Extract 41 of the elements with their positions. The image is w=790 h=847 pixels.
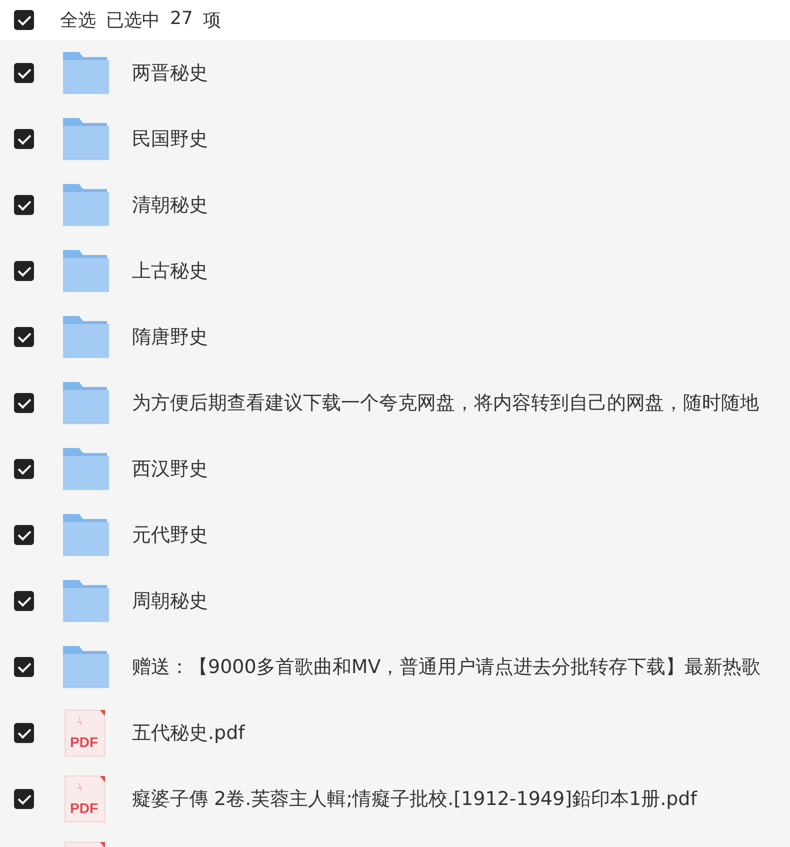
file-name[interactable]: 癡婆子傳 2卷.芙蓉主人輯;情癡子批校.[1912-1949]鉛印本1册.pdf — [132, 786, 697, 812]
selected-label: 已选中 — [106, 9, 160, 32]
file-name[interactable]: 两晋秘史 — [132, 60, 208, 86]
file-name[interactable]: 赠送：【9000多首歌曲和MV，普通用户请点进去分批转存下载】最新热歌 — [132, 654, 761, 680]
folder-icon — [61, 644, 109, 690]
checkbox[interactable] — [14, 525, 34, 545]
folder-icon — [61, 578, 109, 624]
selected-count: 27 — [170, 8, 193, 31]
file-name[interactable]: 民国野史 — [132, 126, 208, 152]
select-all-label[interactable]: 全选 — [60, 8, 96, 32]
folder-icon — [61, 248, 109, 294]
checkbox[interactable] — [14, 657, 34, 677]
folder-icon — [61, 50, 109, 96]
checkbox[interactable] — [14, 129, 34, 149]
pdf-file-icon: PDF — [64, 709, 106, 757]
folder-icon — [61, 380, 109, 426]
checkbox[interactable] — [14, 10, 34, 30]
checkbox[interactable] — [14, 789, 34, 809]
folder-icon — [61, 512, 109, 558]
file-name[interactable]: 西汉野史 — [132, 456, 208, 482]
folder-icon — [61, 182, 109, 228]
file-name[interactable]: 五代秘史.pdf — [132, 720, 245, 746]
checkbox[interactable] — [14, 261, 34, 281]
checkbox[interactable] — [14, 63, 34, 83]
file-name[interactable]: 元代野史 — [132, 522, 208, 548]
folder-icon — [61, 446, 109, 492]
checkbox[interactable] — [14, 459, 34, 479]
checkbox[interactable] — [14, 327, 34, 347]
count-unit: 项 — [202, 9, 221, 32]
checkbox[interactable] — [14, 723, 34, 743]
file-name[interactable]: 上古秘史 — [132, 258, 208, 284]
checkbox[interactable] — [14, 393, 34, 413]
checkbox[interactable] — [14, 591, 34, 611]
folder-icon — [61, 314, 109, 360]
file-name[interactable]: 隋唐野史 — [132, 324, 208, 350]
file-name[interactable]: 清朝秘史 — [132, 192, 208, 218]
checkbox[interactable] — [14, 195, 34, 215]
folder-icon — [61, 116, 109, 162]
file-name[interactable]: 周朝秘史 — [132, 588, 208, 614]
pdf-file-icon: PDF — [64, 775, 106, 823]
file-name[interactable]: 为方便后期查看建议下载一个夸克网盘，将内容转到自己的网盘，随时随地 — [132, 390, 759, 416]
